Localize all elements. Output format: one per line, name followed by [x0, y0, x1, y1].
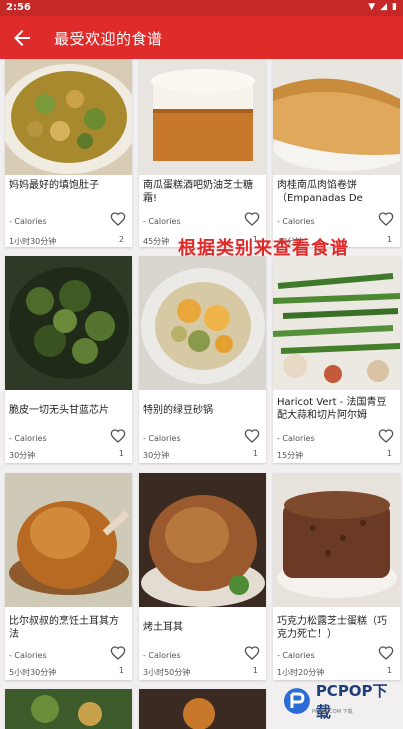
recipe-card[interactable]: 脆皮一切无头甘蓝芯片 - Calories 30分钟 1	[5, 256, 132, 463]
favorite-heart-icon[interactable]	[244, 211, 260, 227]
recipe-calories: - Calories	[277, 217, 315, 226]
recipe-name: Haricot Vert - 法国青豆 配大蒜和切片阿尔姆	[277, 397, 387, 421]
recipe-card[interactable]	[139, 689, 266, 729]
recipe-calories: - Calories	[9, 217, 47, 226]
recipe-card[interactable]: 特别的绿豆砂锅 - Calories 30分钟 1	[139, 256, 266, 463]
recipe-photo	[139, 59, 266, 175]
recipe-calories: - Calories	[143, 434, 181, 443]
category-hint-text: 根据类别来查看食谱	[178, 238, 349, 259]
recipe-time: 1小时20分钟	[277, 668, 325, 677]
recipe-name: 妈妈最好的填饱肚子	[9, 180, 99, 191]
recipe-time: 30分钟	[9, 451, 36, 460]
recipe-photo	[5, 689, 132, 729]
recipe-photo	[273, 256, 400, 390]
arrow-left-icon	[14, 30, 30, 46]
recipe-photo	[273, 473, 400, 607]
status-time: 2:56	[6, 2, 31, 13]
wifi-icon: ▼	[368, 2, 376, 12]
recipe-name: 肉桂南瓜肉馅卷饼 （Empanadas De	[277, 180, 363, 204]
recipe-count: 2	[118, 235, 124, 244]
recipe-photo	[5, 59, 132, 175]
recipe-name: 比尔叔叔的烹饪土耳其方法	[9, 616, 119, 640]
recipe-name: 特别的绿豆砂锅	[143, 405, 213, 416]
recipe-time: 45分钟	[143, 237, 170, 246]
recipe-name: 南瓜蛋糕酒吧奶油芝士糖 霜!	[143, 180, 253, 204]
recipe-calories: - Calories	[143, 651, 181, 660]
recipe-photo	[139, 256, 266, 390]
favorite-heart-icon[interactable]	[378, 645, 394, 661]
page-title: 最受欢迎的食谱	[54, 30, 163, 48]
recipe-time: 1小时30分钟	[9, 237, 57, 246]
recipe-calories: - Calories	[143, 217, 181, 226]
recipe-count: 1	[386, 666, 392, 675]
recipe-name: 脆皮一切无头甘蓝芯片	[9, 405, 109, 416]
recipe-photo	[5, 256, 132, 390]
recipe-photo	[5, 473, 132, 607]
recipe-count: 1	[252, 449, 258, 458]
recipe-name: 烤土耳其	[143, 622, 183, 633]
favorite-heart-icon[interactable]	[378, 211, 394, 227]
status-icons: ▼ ◢ ▮	[368, 2, 397, 12]
recipe-card[interactable]: 巧克力松露芝士蛋糕（巧 克力死亡！） - Calories 1小时20分钟 1	[273, 473, 400, 680]
watermark-subtext: PCPOP.COM 下载	[312, 709, 353, 715]
signal-icon: ◢	[380, 2, 388, 12]
recipe-card[interactable]: 烤土耳其 - Calories 3小时50分钟 1	[139, 473, 266, 680]
pcpop-logo-icon	[283, 688, 310, 714]
recipe-photo	[139, 689, 266, 729]
recipe-card[interactable]	[5, 689, 132, 729]
recipe-card[interactable]: 南瓜蛋糕酒吧奶油芝士糖 霜! - Calories 45分钟 1	[139, 59, 266, 247]
recipe-card[interactable]: 妈妈最好的填饱肚子 - Calories 1小时30分钟 2	[5, 59, 132, 247]
recipe-card[interactable]: Haricot Vert - 法国青豆 配大蒜和切片阿尔姆 - Calories …	[273, 256, 400, 463]
app-bar: 最受欢迎的食谱	[0, 16, 403, 59]
recipe-card[interactable]: 肉桂南瓜肉馅卷饼 （Empanadas De - Calories 40分钟 1	[273, 59, 400, 247]
status-bar: 2:56 ▼ ◢ ▮	[0, 0, 403, 16]
recipe-name: 巧克力松露芝士蛋糕（巧 克力死亡！）	[277, 616, 387, 640]
recipe-count: 1	[386, 235, 392, 244]
recipe-count: 1	[386, 449, 392, 458]
recipe-card[interactable]: 比尔叔叔的烹饪土耳其方法 - Calories 5小时30分钟 1	[5, 473, 132, 680]
recipe-calories: - Calories	[277, 434, 315, 443]
watermark-text: PCPOP下载	[315, 682, 388, 721]
recipe-photo	[273, 59, 400, 175]
recipe-count: 1	[118, 666, 124, 675]
favorite-heart-icon[interactable]	[110, 428, 126, 444]
favorite-heart-icon[interactable]	[110, 645, 126, 661]
recipe-time: 5小时30分钟	[9, 668, 57, 677]
back-button[interactable]	[10, 26, 38, 50]
recipe-time: 15分钟	[277, 451, 304, 460]
recipe-grid: 妈妈最好的填饱肚子 - Calories 1小时30分钟 2 南瓜蛋糕酒吧奶油芝…	[0, 59, 403, 729]
watermark: PCPOP下载 PCPOP.COM 下载	[282, 682, 402, 721]
favorite-heart-icon[interactable]	[244, 645, 260, 661]
favorite-heart-icon[interactable]	[244, 428, 260, 444]
recipe-calories: - Calories	[9, 434, 47, 443]
battery-icon: ▮	[392, 2, 397, 12]
recipe-time: 30分钟	[143, 451, 170, 460]
recipe-count: 1	[252, 666, 258, 675]
recipe-time: 3小时50分钟	[143, 668, 191, 677]
favorite-heart-icon[interactable]	[110, 211, 126, 227]
favorite-heart-icon[interactable]	[378, 428, 394, 444]
recipe-calories: - Calories	[277, 651, 315, 660]
recipe-count: 1	[118, 449, 124, 458]
recipe-calories: - Calories	[9, 651, 47, 660]
recipe-photo	[139, 473, 266, 607]
